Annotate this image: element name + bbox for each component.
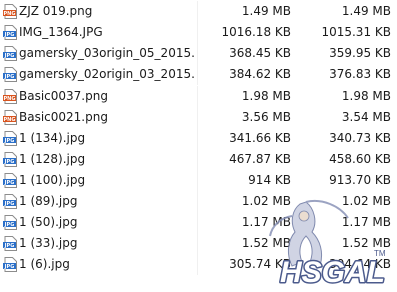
file-size-original: 341.66 KB [229, 131, 291, 145]
file-type-badge-label: PNG [4, 117, 16, 123]
file-size-original: 1.17 MB [241, 215, 291, 229]
column-divider [197, 22, 198, 43]
file-type-badge-label: JPG [4, 180, 15, 186]
column-divider [197, 254, 198, 275]
file-row[interactable]: JPG 1 (100).jpg 914 KB 913.70 KB [0, 170, 397, 191]
file-type-badge-label: JPG [4, 74, 15, 80]
column-divider [197, 86, 198, 107]
file-row[interactable]: JPG gamersky_03origin_05_2015... 368.45 … [0, 43, 397, 64]
file-size-compressed: 3.54 MB [341, 110, 391, 124]
file-type-badge-label: PNG [4, 96, 16, 102]
file-size-compressed: 359.95 KB [329, 46, 391, 60]
file-size-compressed: 1.17 MB [341, 215, 391, 229]
file-row[interactable]: JPG 1 (128).jpg 467.87 KB 458.60 KB [0, 149, 397, 170]
png-file-icon: PNG [3, 89, 17, 104]
file-name: gamersky_03origin_05_2015... [19, 46, 195, 60]
file-size-original: 914 KB [248, 173, 291, 187]
file-name: 1 (128).jpg [19, 152, 86, 166]
column-divider [197, 1, 198, 22]
file-name: 1 (134).jpg [19, 131, 86, 145]
file-row[interactable]: JPG IMG_1364.JPG 1016.18 KB 1015.31 KB [0, 22, 397, 43]
file-size-compressed: 304.64 KB [329, 257, 391, 271]
file-name: IMG_1364.JPG [19, 25, 103, 39]
column-divider [197, 107, 198, 128]
file-size-compressed: 1015.31 KB [321, 25, 391, 39]
file-size-original: 384.62 KB [229, 67, 291, 81]
column-divider [197, 233, 198, 254]
png-file-icon: PNG [3, 4, 17, 19]
file-size-compressed: 1.02 MB [341, 194, 391, 208]
file-size-compressed: 1.98 MB [341, 89, 391, 103]
file-type-badge-label: JPG [4, 159, 15, 165]
jpg-file-icon: JPG [3, 152, 17, 167]
file-type-badge-label: JPG [4, 264, 15, 270]
file-row[interactable]: JPG 1 (33).jpg 1.52 MB 1.52 MB [0, 233, 397, 254]
column-divider [197, 128, 198, 149]
file-name: Basic0037.png [19, 89, 108, 103]
file-name: 1 (33).jpg [19, 236, 78, 250]
file-size-original: 1.02 MB [241, 194, 291, 208]
jpg-file-icon: JPG [3, 46, 17, 61]
jpg-file-icon: JPG [3, 25, 17, 40]
file-name: Basic0021.png [19, 110, 108, 124]
file-row[interactable]: JPG 1 (6).jpg 305.74 KB 304.64 KB [0, 254, 397, 275]
column-divider [197, 149, 198, 170]
jpg-file-icon: JPG [3, 173, 17, 188]
file-type-badge-label: JPG [4, 222, 15, 228]
png-file-icon: PNG [3, 110, 17, 125]
file-row[interactable]: PNG Basic0037.png 1.98 MB 1.98 MB [0, 86, 397, 107]
file-size-original: 467.87 KB [229, 152, 291, 166]
jpg-file-icon: JPG [3, 194, 17, 209]
file-size-compressed: 340.73 KB [329, 131, 391, 145]
file-size-compressed: 458.60 KB [329, 152, 391, 166]
file-name: ZJZ 019.png [19, 4, 93, 18]
file-name: 1 (50).jpg [19, 215, 78, 229]
file-list: PNG ZJZ 019.png 1.49 MB 1.49 MB JPG IMG_… [0, 0, 397, 289]
file-size-compressed: 1.49 MB [341, 4, 391, 18]
file-type-badge-label: JPG [4, 32, 15, 38]
file-type-badge-label: PNG [4, 11, 16, 17]
file-size-compressed: 376.83 KB [329, 67, 391, 81]
file-row[interactable]: JPG 1 (89).jpg 1.02 MB 1.02 MB [0, 191, 397, 212]
file-size-compressed: 1.52 MB [341, 236, 391, 250]
file-name: 1 (6).jpg [19, 257, 70, 271]
file-size-original: 1.52 MB [241, 236, 291, 250]
jpg-file-icon: JPG [3, 257, 17, 272]
file-type-badge-label: JPG [4, 201, 15, 207]
file-size-original: 368.45 KB [229, 46, 291, 60]
jpg-file-icon: JPG [3, 236, 17, 251]
jpg-file-icon: JPG [3, 131, 17, 146]
file-name: gamersky_02origin_03_2015... [19, 67, 195, 81]
file-row[interactable]: JPG gamersky_02origin_03_2015... 384.62 … [0, 64, 397, 85]
file-size-original: 1.98 MB [241, 89, 291, 103]
file-size-original: 305.74 KB [229, 257, 291, 271]
column-divider [197, 212, 198, 233]
column-divider [197, 170, 198, 191]
file-size-compressed: 913.70 KB [329, 173, 391, 187]
file-name: 1 (89).jpg [19, 194, 78, 208]
file-row[interactable]: JPG 1 (50).jpg 1.17 MB 1.17 MB [0, 212, 397, 233]
column-divider [197, 43, 198, 64]
file-size-original: 1.49 MB [241, 4, 291, 18]
column-divider [197, 191, 198, 212]
file-type-badge-label: JPG [4, 53, 15, 59]
jpg-file-icon: JPG [3, 215, 17, 230]
file-size-original: 3.56 MB [241, 110, 291, 124]
file-row[interactable]: PNG Basic0021.png 3.56 MB 3.54 MB [0, 107, 397, 128]
file-name: 1 (100).jpg [19, 173, 86, 187]
jpg-file-icon: JPG [3, 67, 17, 82]
file-row[interactable]: JPG 1 (134).jpg 341.66 KB 340.73 KB [0, 128, 397, 149]
file-row[interactable]: PNG ZJZ 019.png 1.49 MB 1.49 MB [0, 1, 397, 22]
file-type-badge-label: JPG [4, 138, 15, 144]
file-type-badge-label: JPG [4, 243, 15, 249]
file-size-original: 1016.18 KB [221, 25, 291, 39]
column-divider [197, 64, 198, 85]
